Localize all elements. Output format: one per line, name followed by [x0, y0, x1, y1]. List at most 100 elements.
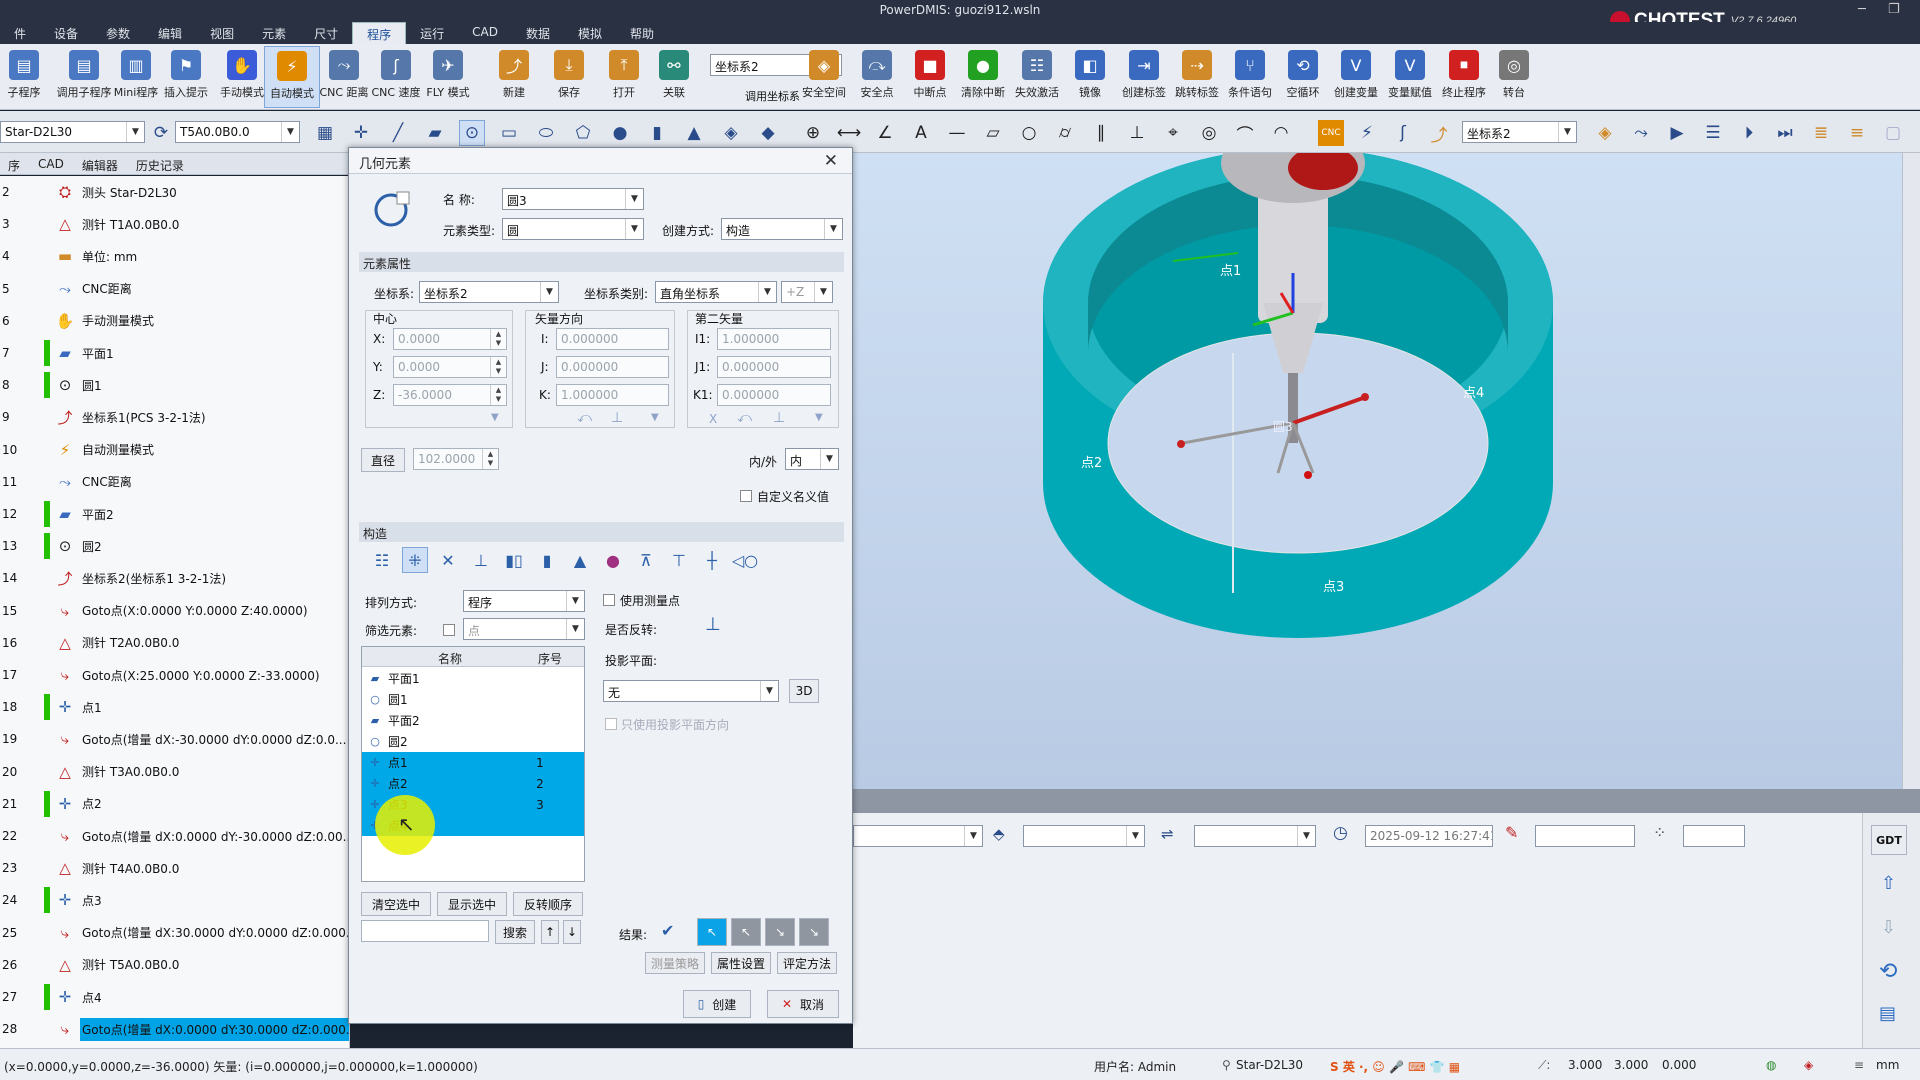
i1-input[interactable]: 1.000000	[717, 328, 831, 350]
cone-construct-icon[interactable]: ▲	[567, 547, 593, 573]
cylinder-tool-icon[interactable]: ▮	[644, 120, 670, 146]
profile-line-icon[interactable]: ⌒	[1232, 120, 1258, 146]
status-alert-icon[interactable]: ◈	[1804, 1058, 1813, 1072]
cad-viewport[interactable]: 点1 点4 点2 点3 圆3	[853, 123, 1920, 789]
menu-item-4[interactable]: 视图	[196, 22, 248, 44]
symmetry-icon[interactable]: ▮▯	[501, 547, 527, 573]
in-out-select[interactable]: 内 ▼	[785, 448, 839, 470]
surface-tool-icon[interactable]: ◆	[755, 120, 781, 146]
cnc-speed-icon[interactable]: ʃ	[1390, 120, 1416, 146]
i-input[interactable]: 0.000000	[556, 328, 669, 350]
ribbon-link-button[interactable]: ⚯ 关联	[646, 46, 702, 108]
ribbon-turntable-button[interactable]: ◎ 转台	[1486, 46, 1542, 108]
bottom-combo-3[interactable]: ▼	[1194, 825, 1316, 847]
plane-tool-icon[interactable]: ▰	[422, 120, 448, 146]
profile-surface-icon[interactable]: ◠	[1268, 120, 1294, 146]
menu-item-3[interactable]: 编辑	[144, 22, 196, 44]
list-item[interactable]: ✛ 点1 1	[362, 752, 584, 773]
rectangle-tool-icon[interactable]: ▭	[496, 120, 522, 146]
k1-input[interactable]: 0.000000	[717, 384, 831, 406]
reverse-order-button[interactable]: 反转顺序	[513, 892, 583, 916]
straightness-icon[interactable]: —	[944, 120, 970, 146]
second-flip-icon[interactable]: ⤺	[737, 410, 752, 426]
position-dim-icon[interactable]: ⊕	[800, 120, 826, 146]
report-list-icon[interactable]: ≡	[1844, 120, 1870, 146]
restore-icon[interactable]: ❐	[1888, 2, 1900, 17]
tab-property-settings[interactable]: 属性设置	[711, 952, 771, 974]
cancel-button[interactable]: ✕ 取消	[767, 990, 839, 1018]
arrow-up-icon[interactable]: ⇧	[1881, 873, 1896, 894]
bottom-combo-2[interactable]: ▼	[1023, 825, 1145, 847]
list-mode-icon[interactable]: ☷	[369, 547, 395, 573]
tab-measure-strategy[interactable]: 测量策略	[645, 952, 705, 974]
tree-row[interactable]: 16 △ 测针 T2A0.0B0.0	[0, 627, 349, 659]
operator-field[interactable]	[1535, 825, 1635, 847]
tree-row[interactable]: 19 ⤷ Goto点(增量 dX:-30.0000 dY:0.0000 dZ:0.0…	[0, 723, 349, 755]
ribbon-hand-button[interactable]: ✋ 手动模式	[214, 46, 270, 108]
text-dim-icon[interactable]: A	[908, 120, 934, 146]
position-tolerance-icon[interactable]: ⌖	[1160, 120, 1186, 146]
close-icon[interactable]: ✕	[824, 151, 838, 171]
ribbon-mirror-button[interactable]: ◧ 镜像	[1062, 46, 1118, 108]
ribbon-new-coordinate-button[interactable]: ⤴ 新建	[486, 46, 542, 108]
x-input[interactable]: 0.0000 ▲ ▼	[393, 328, 507, 350]
panel-icon[interactable]: ▢	[1880, 120, 1906, 146]
menu-item-5[interactable]: 元素	[248, 22, 300, 44]
probe-combo[interactable]: Star-D2L30 ▼	[0, 121, 145, 143]
step-list-icon[interactable]: ☰	[1700, 120, 1726, 146]
list-item[interactable]: ○ 圆2	[362, 731, 584, 752]
tree-row[interactable]: 11 ⤳ CNC距离	[0, 466, 349, 498]
filter-icon[interactable]: ⇌	[1161, 825, 1174, 843]
tree-row[interactable]: 17 ⤷ Goto点(X:25.0000 Y:0.0000 Z:-33.0000)	[0, 659, 349, 691]
safe-space-icon[interactable]: ◈	[1592, 120, 1618, 146]
point-tool-icon[interactable]: ✛	[348, 120, 374, 146]
y-input[interactable]: 0.0000 ▲ ▼	[393, 356, 507, 378]
menu-item-6[interactable]: 尺寸	[300, 22, 352, 44]
sphere-construct-icon[interactable]: ●	[600, 547, 626, 573]
refresh-icon[interactable]: ⟳	[148, 120, 174, 146]
sort-select[interactable]: 程序 ▼	[463, 590, 585, 612]
tree-row[interactable]: 8 ⊙ 圆1	[0, 369, 349, 401]
menu-item-1[interactable]: 设备	[40, 22, 92, 44]
second-vector-x[interactable]: X	[709, 412, 717, 426]
ribbon-create-label-button[interactable]: ⇥ 创建标签	[1116, 46, 1172, 108]
tip-combo[interactable]: T5A0.0B0.0 ▼	[175, 121, 300, 143]
menu-item-12[interactable]: 帮助	[616, 22, 668, 44]
tree-row[interactable]: 18 ✛ 点1	[0, 691, 349, 723]
sphere-tool-icon[interactable]: ●	[607, 120, 633, 146]
perpendicular-construct-icon[interactable]: ┼	[699, 547, 725, 573]
j-input[interactable]: 0.000000	[556, 356, 669, 378]
list-item[interactable]: ▰ 平面2	[362, 710, 584, 731]
projection-icon[interactable]: ⊥	[468, 547, 494, 573]
circle-tool-icon[interactable]: ⊙	[459, 120, 485, 146]
minimize-icon[interactable]: ─	[1858, 2, 1866, 17]
ribbon-end-program-button[interactable]: ⏹ 终止程序	[1436, 46, 1492, 108]
angle-dim-icon[interactable]: ∠	[872, 120, 898, 146]
tree-row[interactable]: 5 ⤳ CNC距离	[0, 273, 349, 305]
ellipse-tool-icon[interactable]: ⬭	[533, 120, 559, 146]
tree-row[interactable]: 2 ⛭ 测头 Star-D2L30	[0, 176, 349, 208]
clear-selection-button[interactable]: 清空选中	[361, 892, 431, 916]
distance-dim-icon[interactable]: ⟷	[836, 120, 862, 146]
offset-icon[interactable]: ⊼	[633, 547, 659, 573]
check-icon[interactable]: ✔	[661, 921, 674, 940]
list-item[interactable]: ○ 圆1	[362, 689, 584, 710]
expand-center-icon[interactable]: ▼	[491, 412, 499, 423]
ribbon-disable-activate-button[interactable]: ☷ 失效激活	[1009, 46, 1065, 108]
feature-group-icon[interactable]: ▦	[312, 120, 338, 146]
ribbon-mini-program-button[interactable]: ▥ Mini程序	[108, 46, 164, 108]
bottom-combo-1[interactable]: ▼	[853, 825, 983, 847]
tree-row[interactable]: 4 ▬ 单位: mm	[0, 240, 349, 272]
filter-checkbox[interactable]	[443, 624, 455, 636]
coordinate-combo[interactable]: 坐标系2 ▼	[1462, 121, 1577, 143]
ribbon-insert-prompt-button[interactable]: ⚑ 插入提示	[158, 46, 214, 108]
run-icon[interactable]: ▶	[1664, 120, 1690, 146]
custom-nominal-checkbox[interactable]	[740, 490, 752, 502]
use-measured-checkbox[interactable]	[603, 594, 615, 606]
play-to-end-icon[interactable]: ⏭	[1772, 120, 1798, 146]
viewport-splitter[interactable]	[853, 789, 1920, 813]
3d-button[interactable]: 3D	[789, 679, 819, 703]
element-type-select[interactable]: 圆 ▼	[502, 218, 644, 240]
menu-item-0[interactable]: 件	[0, 22, 40, 44]
j1-input[interactable]: 0.000000	[717, 356, 831, 378]
